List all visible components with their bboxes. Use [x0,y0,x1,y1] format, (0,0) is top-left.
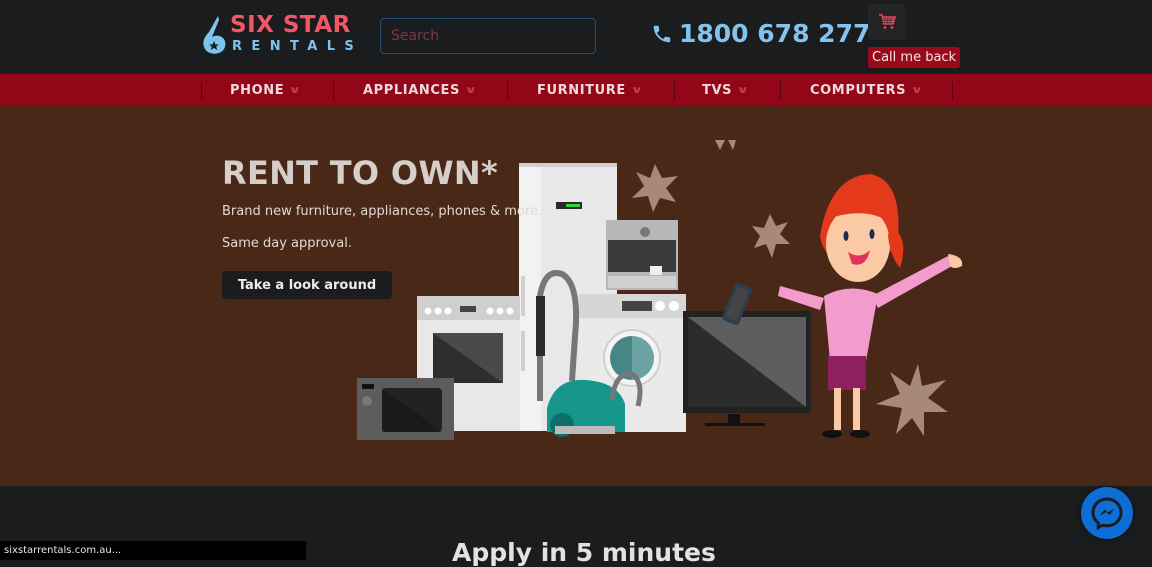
nav-item-label: COMPUTERS [810,82,907,98]
nav-item-label: PHONE [230,82,285,98]
nav-item-furniture[interactable]: FURNITURE ∨ [537,74,645,106]
nav-item-computers[interactable]: COMPUTERS ∨ [810,74,925,106]
chevron-down-icon: ∨ [736,84,751,96]
nav-item-label: APPLIANCES [363,82,460,98]
main-nav: PHONE ∨ APPLIANCES ∨ FURNITURE ∨ TVS ∨ C… [0,74,1152,106]
microwave [357,378,454,440]
browser-status-bar: sixstarrentals.com.au... [0,541,306,560]
logo-text-primary: SIX STAR [230,12,351,38]
chevron-down-icon: ∨ [630,84,645,96]
logo-text-secondary: RENTALS [232,39,364,54]
coffee-machine [606,220,678,290]
nav-item-phone[interactable]: PHONE ∨ [230,74,303,106]
nav-item-label: FURNITURE [537,82,626,98]
cart-button[interactable] [868,4,906,40]
nav-divider [201,82,202,100]
television [683,311,811,426]
nav-divider [952,82,953,100]
hero-subtitle: Brand new furniture, appliances, phones … [222,204,543,219]
hero-banner: RENT TO OWN* Brand new furniture, applia… [0,106,1152,486]
six-star-logo-icon [203,16,226,54]
phone-number: 1800 678 277 [679,19,871,48]
apply-title: Apply in 5 minutes [452,538,716,567]
search-input[interactable] [380,18,596,54]
site-header: SIX STAR RENTALS 1800 678 277 Call me ba… [0,0,1152,74]
nav-divider [674,82,675,100]
nav-item-tvs[interactable]: TVS ∨ [702,74,751,106]
hero-title: RENT TO OWN* [222,154,499,192]
chevron-down-icon: ∨ [464,84,479,96]
phone-number-link[interactable]: 1800 678 277 [651,19,870,48]
nav-divider [507,82,508,100]
shopping-cart-icon [879,14,896,29]
messenger-icon [1091,497,1123,530]
take-a-look-around-button[interactable]: Take a look around [222,271,392,299]
nav-divider [780,82,781,100]
nav-item-appliances[interactable]: APPLIANCES ∨ [363,74,479,106]
logo[interactable]: SIX STAR RENTALS [199,12,359,56]
hero-approval-text: Same day approval. [222,236,352,251]
nav-item-label: TVS [702,82,733,98]
call-me-back-button[interactable]: Call me back [868,47,961,68]
nav-divider [333,82,334,100]
messenger-chat-button[interactable] [1081,487,1133,539]
chevron-down-icon: ∨ [910,84,925,96]
chevron-down-icon: ∨ [288,84,303,96]
phone-icon [653,25,671,42]
